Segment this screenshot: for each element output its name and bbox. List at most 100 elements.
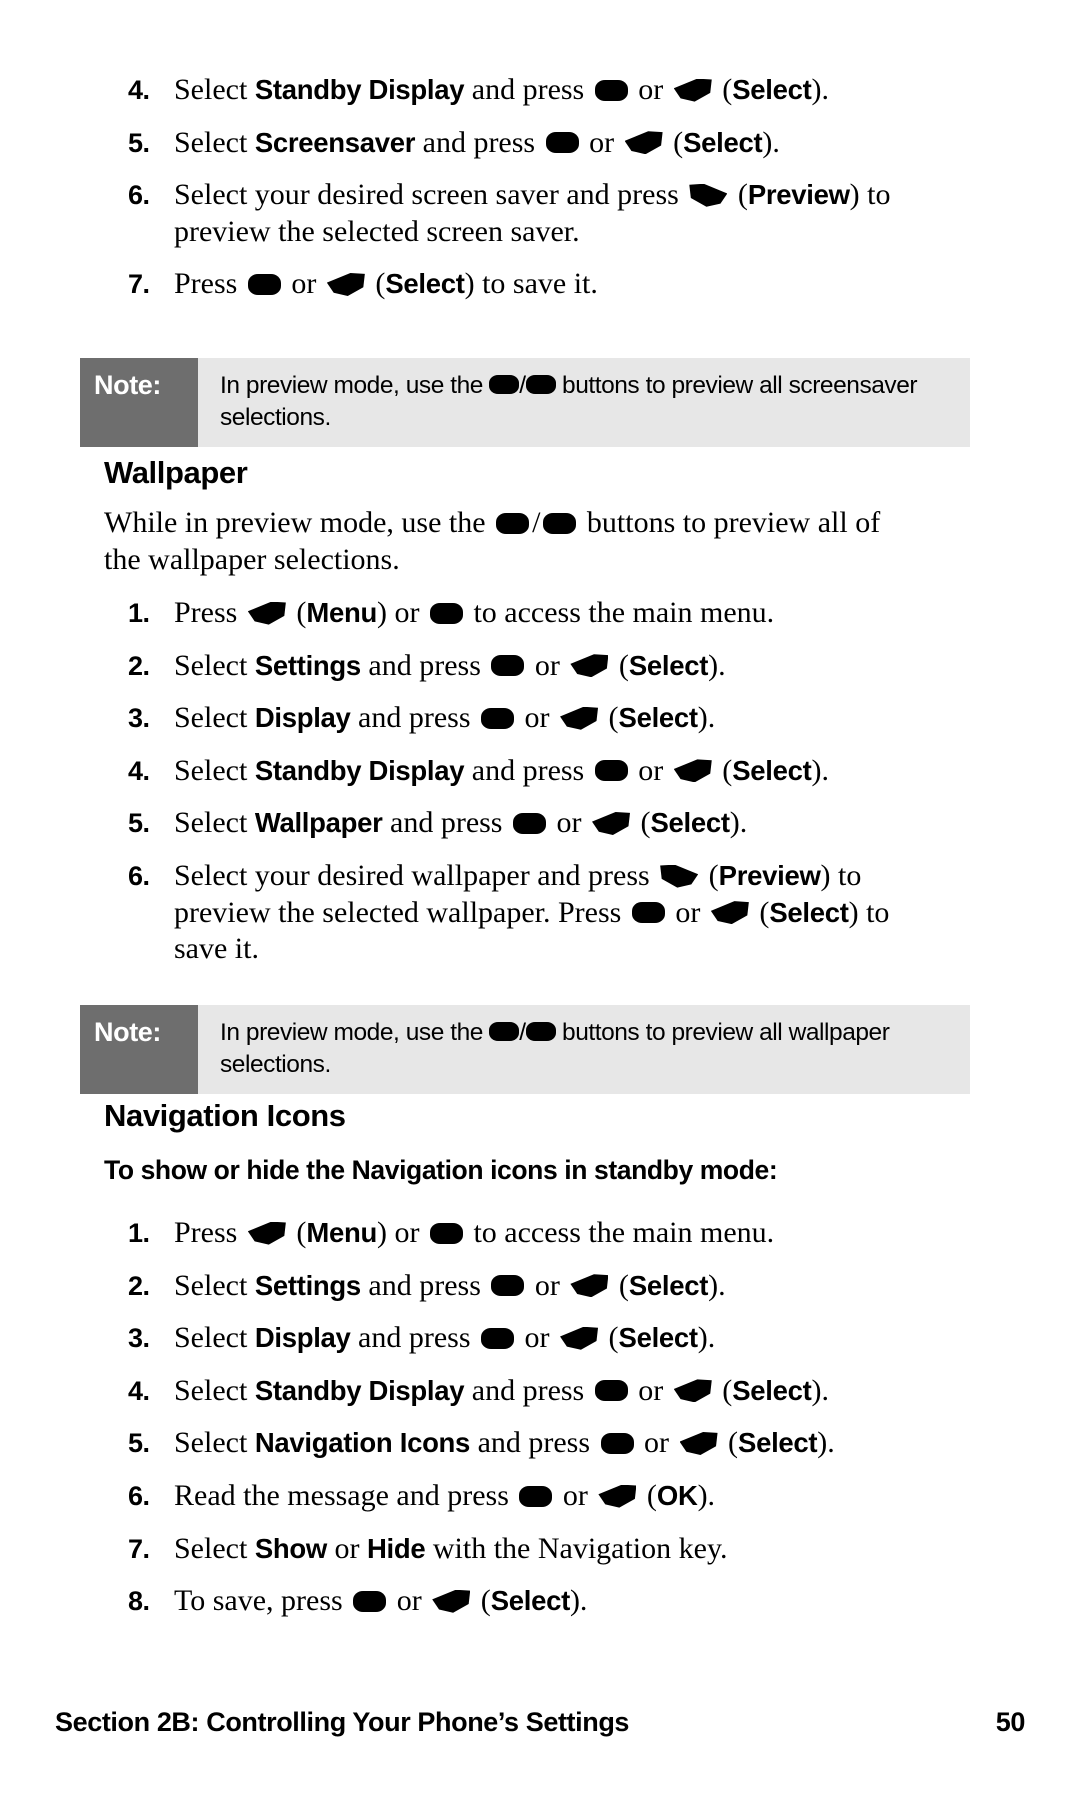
step-text: Select Show or Hide with the Navigation … xyxy=(174,1531,728,1565)
left-softkey-icon xyxy=(673,78,712,102)
step-number: 3. xyxy=(128,1323,150,1354)
list-item: 6. Read the message and press or (OK). xyxy=(128,1478,938,1515)
ok-key-icon xyxy=(525,1022,556,1042)
list-item: 3. Select Display and press or (Select). xyxy=(128,1320,938,1357)
menu-item-name: Display xyxy=(254,1322,351,1354)
note-box-screensaver: Note: In preview mode, use the / buttons… xyxy=(80,358,970,447)
left-softkey-icon xyxy=(560,706,599,730)
list-item: 4. Select Standby Display and press or (S… xyxy=(128,753,938,790)
menu-item-name: Display xyxy=(254,702,351,734)
left-softkey-icon xyxy=(598,1484,637,1508)
list-item: 2. Select Settings and press or (Select). xyxy=(128,648,938,685)
menu-item-name: Select xyxy=(732,1374,812,1406)
left-softkey-icon xyxy=(679,1431,718,1455)
list-item: 5. Select Screensaver and press or (Selec… xyxy=(128,125,938,162)
step-number: 4. xyxy=(128,755,150,786)
ok-key-icon xyxy=(429,602,463,624)
list-item: 1. Press (Menu) or to access the main men… xyxy=(128,595,938,632)
list-item: 8. To save, press or (Select). xyxy=(128,1583,938,1620)
footer-page-number: 50 xyxy=(995,1707,1026,1737)
menu-item-name: Settings xyxy=(254,1269,361,1301)
step-number: 1. xyxy=(128,598,150,628)
step-number: 6. xyxy=(128,1480,150,1511)
menu-item-name: Select xyxy=(385,268,465,300)
menu-item-name: Wallpaper xyxy=(254,807,383,839)
right-softkey-icon xyxy=(660,864,699,888)
step-text: Select Standby Display and press or (Sel… xyxy=(174,753,829,787)
right-softkey-icon xyxy=(689,183,728,207)
step-number: 8. xyxy=(128,1586,150,1617)
step-text: Select Display and press or (Select). xyxy=(174,1321,716,1355)
list-item: 4. Select Standby Display and press or (S… xyxy=(128,1373,938,1410)
step-text: Select Standby Display and press or (Sel… xyxy=(174,73,829,106)
menu-item-name: Select xyxy=(738,1427,818,1459)
wallpaper-intro-paragraph: While in preview mode, use the / buttons… xyxy=(104,506,881,576)
ok-key-icon xyxy=(489,1022,520,1042)
menu-item-name: Select xyxy=(628,649,709,681)
step-text: Read the message and press or (OK). xyxy=(174,1478,716,1512)
list-item: 5. Select Wallpaper and press or (Select)… xyxy=(128,805,938,842)
step-text: Press (Menu) or to access the main menu. xyxy=(174,596,775,629)
menu-item-name: Select xyxy=(628,1269,709,1301)
left-softkey-icon xyxy=(592,811,630,835)
menu-item-name: Standby Display xyxy=(254,754,465,786)
wallpaper-steps-list: 1. Press (Menu) or to access the main men… xyxy=(128,595,938,984)
page-title-wallpaper: Wallpaper xyxy=(104,455,248,490)
left-softkey-icon xyxy=(624,131,663,155)
step-text: Select Display and press or (Select). xyxy=(174,701,716,735)
menu-item-name: Hide xyxy=(366,1532,426,1564)
left-softkey-icon xyxy=(673,759,712,783)
list-item: 6. Select your desired wallpaper and pres… xyxy=(128,858,938,968)
list-item: 6. Select your desired screen saver and p… xyxy=(128,177,938,250)
step-number: 6. xyxy=(128,860,150,891)
note-label: Note: xyxy=(80,358,198,447)
step-number: 7. xyxy=(128,1533,150,1564)
step-number: 4. xyxy=(128,75,150,105)
page-footer: Section 2B: Controlling Your Phone’s Set… xyxy=(55,1707,1025,1738)
list-item: 7. Select Show or Hide with the Navigatio… xyxy=(128,1531,938,1568)
left-softkey-icon xyxy=(710,901,749,925)
left-softkey-icon xyxy=(432,1589,471,1613)
ok-key-icon xyxy=(247,273,281,295)
step-text: Select your desired screen saver and pre… xyxy=(174,178,891,248)
menu-item-name: Show xyxy=(254,1532,327,1564)
menu-item-name: Menu xyxy=(306,597,377,628)
step-number: 5. xyxy=(128,808,150,839)
menu-item-name: Select xyxy=(650,807,731,839)
ok-key-icon xyxy=(631,902,665,924)
ok-key-icon xyxy=(600,1432,634,1454)
left-softkey-icon xyxy=(560,1326,599,1350)
step-number: 5. xyxy=(128,1428,150,1459)
menu-item-name: Navigation Icons xyxy=(254,1427,471,1459)
menu-item-name: Settings xyxy=(254,649,361,681)
left-softkey-icon xyxy=(570,1274,609,1298)
navigation-icons-steps-list: 1. Press (Menu) or to access the main men… xyxy=(128,1215,938,1636)
screensaver-steps-list: 4. Select Standby Display and press or (S… xyxy=(128,72,938,319)
list-item: 4. Select Standby Display and press or (S… xyxy=(128,72,938,109)
menu-item-name: Screensaver xyxy=(254,126,416,158)
ok-key-icon xyxy=(481,707,515,729)
ok-key-icon xyxy=(525,375,556,395)
list-item: 1. Press (Menu) or to access the main men… xyxy=(128,1215,938,1252)
ok-key-icon xyxy=(513,812,546,834)
step-text: Select Standby Display and press or (Sel… xyxy=(174,1373,829,1407)
ok-key-icon xyxy=(489,375,520,395)
ok-key-icon xyxy=(594,79,628,101)
menu-item-name: Menu xyxy=(306,1217,377,1248)
left-softkey-icon xyxy=(326,272,365,296)
note-label: Note: xyxy=(80,1005,198,1094)
list-item: 3. Select Display and press or (Select). xyxy=(128,700,938,737)
menu-item-name: Select xyxy=(618,1322,699,1354)
ok-key-icon xyxy=(353,1590,387,1612)
step-number: 6. xyxy=(128,180,150,211)
step-text: Select your desired wallpaper and press … xyxy=(174,858,890,966)
step-text: Select Settings and press or (Select). xyxy=(174,1268,726,1302)
ok-key-icon xyxy=(519,1485,553,1507)
manual-page: 4. Select Standby Display and press or (S… xyxy=(0,0,1080,1800)
step-number: 4. xyxy=(128,1375,150,1406)
note-text: In preview mode, use the / buttons to pr… xyxy=(220,372,918,432)
step-text: Select Wallpaper and press or (Select). xyxy=(174,806,748,840)
menu-item-name: Preview xyxy=(718,859,821,891)
ok-key-icon xyxy=(491,655,525,677)
footer-section-label: Section 2B: Controlling Your Phone’s Set… xyxy=(55,1707,630,1737)
